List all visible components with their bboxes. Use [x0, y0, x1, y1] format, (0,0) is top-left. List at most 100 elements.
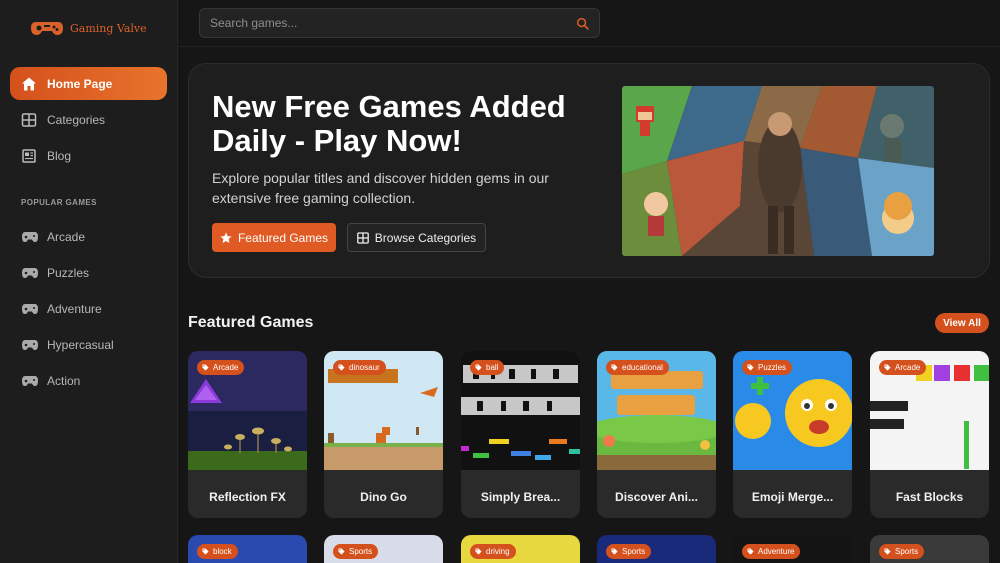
game-title: Dino Go	[360, 490, 407, 504]
hero-title: New Free Games Added Daily - Play Now!	[212, 89, 566, 158]
game-title: Fast Blocks	[895, 490, 964, 504]
category-tag: Sports	[606, 544, 652, 559]
tag-icon	[747, 548, 754, 555]
featured-games-label: Featured Games	[237, 230, 329, 245]
tag-icon	[884, 364, 891, 371]
grid-icon	[21, 112, 37, 127]
category-tag: dinosaur	[333, 360, 386, 375]
game-card[interactable]: ball Simply Brea...	[461, 351, 580, 518]
category-tag: Arcade	[879, 360, 927, 375]
game-card[interactable]: Arcade Reflection FX	[188, 351, 307, 518]
tag-icon	[202, 548, 209, 555]
game-card[interactable]: Sports	[324, 535, 443, 563]
sidebar-item-puzzles[interactable]: Puzzles	[0, 255, 177, 291]
category-tag-label: Sports	[349, 547, 373, 556]
hero-banner: New Free Games Added Daily - Play Now! E…	[188, 63, 990, 278]
tag-icon	[475, 548, 482, 555]
popular-games-heading: POPULAR GAMES	[21, 198, 97, 207]
sidebar-item-arcade[interactable]: Arcade	[0, 219, 177, 255]
game-card[interactable]: Adventure	[733, 535, 852, 563]
tag-icon	[747, 364, 754, 371]
category-tag: Sports	[333, 544, 379, 559]
brand-name: Gaming Valve	[70, 21, 147, 35]
category-tag-label: dinosaur	[349, 363, 380, 372]
game-card[interactable]: Sports	[597, 535, 716, 563]
game-title: Discover Ani...	[615, 490, 698, 504]
tag-icon	[611, 364, 618, 371]
nav-item-label: Categories	[47, 112, 106, 127]
category-tag: Arcade	[197, 360, 245, 375]
category-tag: educational	[606, 360, 669, 375]
tag-icon	[202, 364, 209, 371]
game-card[interactable]: driving	[461, 535, 580, 563]
game-title: Reflection FX	[209, 490, 286, 504]
sidebar-item-label: Adventure	[47, 302, 102, 316]
search-input[interactable]	[210, 16, 576, 30]
game-title: Simply Brea...	[480, 490, 561, 504]
nav-item-label: Home Page	[47, 76, 113, 91]
logo[interactable]: Gaming Valve	[0, 0, 177, 56]
tag-icon	[884, 548, 891, 555]
search-bar	[199, 8, 600, 38]
category-tag-label: Sports	[622, 547, 646, 556]
game-card[interactable]: block	[188, 535, 307, 563]
tag-icon	[338, 364, 345, 371]
search-icon[interactable]	[576, 17, 589, 30]
game-card[interactable]: dinosaur Dino Go	[324, 351, 443, 518]
sidebar-item-label: Arcade	[47, 230, 86, 244]
gamepad-icon	[22, 268, 38, 278]
hero-subtitle: Explore popular titles and discover hidd…	[212, 170, 549, 206]
sidebar-item-action[interactable]: Action	[0, 363, 177, 399]
category-tag-label: Adventure	[758, 547, 795, 556]
nav-item-label: Blog	[47, 148, 72, 163]
game-title: Emoji Merge...	[751, 490, 834, 504]
gamepad-icon	[22, 376, 38, 386]
game-card[interactable]: Arcade Fast Blocks	[870, 351, 989, 518]
tag-icon	[611, 548, 618, 555]
game-card[interactable]: educational Discover Ani...	[597, 351, 716, 518]
home-icon	[22, 77, 36, 90]
popular-games-list: Arcade Puzzles Adventure Hypercasual Act…	[0, 219, 177, 399]
newspaper-icon	[22, 148, 36, 163]
game-card[interactable]: Sports	[870, 535, 989, 563]
category-tag: Puzzles	[742, 360, 793, 375]
nav-item-categories[interactable]: Categories	[10, 103, 167, 136]
hero-collage-image	[622, 86, 934, 256]
category-tag-label: Arcade	[213, 363, 239, 372]
nav-item-blog[interactable]: Blog	[10, 139, 167, 172]
category-tag-label: ball	[486, 363, 499, 372]
sidebar-item-label: Puzzles	[47, 266, 90, 280]
gamepad-icon	[22, 304, 38, 314]
category-tag: driving	[470, 544, 516, 559]
browse-categories-button[interactable]: Browse Categories	[347, 223, 486, 252]
header-divider	[178, 46, 1000, 47]
sidebar-item-adventure[interactable]: Adventure	[0, 291, 177, 327]
category-tag: Adventure	[742, 544, 801, 559]
category-tag-label: Arcade	[895, 363, 921, 372]
sidebar-item-label: Hypercasual	[47, 338, 114, 352]
category-tag-label: Puzzles	[758, 363, 787, 372]
sidebar-item-label: Action	[47, 374, 81, 388]
sidebar: Gaming Valve Home Page Categories Blog P…	[0, 0, 178, 563]
gamepad-icon	[22, 232, 38, 242]
game-card[interactable]: Puzzles Emoji Merge...	[733, 351, 852, 518]
category-tag: Sports	[879, 544, 925, 559]
sidebar-item-hypercasual[interactable]: Hypercasual	[0, 327, 177, 363]
main-nav: Home Page Categories Blog	[0, 67, 177, 172]
featured-games-button[interactable]: Featured Games	[212, 223, 336, 252]
category-tag: block	[197, 544, 238, 559]
category-tag: ball	[470, 360, 505, 375]
category-tag-label: block	[213, 547, 232, 556]
featured-games-heading: Featured Games	[188, 314, 314, 331]
category-tag-label: Sports	[895, 547, 919, 556]
browse-categories-label: Browse Categories	[374, 230, 477, 245]
gamepad-icon	[22, 340, 38, 350]
category-tag-label: driving	[486, 547, 510, 556]
category-tag-label: educational	[622, 363, 663, 372]
gamepad-logo-icon	[31, 22, 63, 35]
view-all-button[interactable]: View All	[935, 313, 989, 333]
tag-icon	[475, 364, 482, 371]
tag-icon	[338, 548, 345, 555]
star-icon	[220, 232, 232, 243]
nav-item-home[interactable]: Home Page	[10, 67, 167, 100]
